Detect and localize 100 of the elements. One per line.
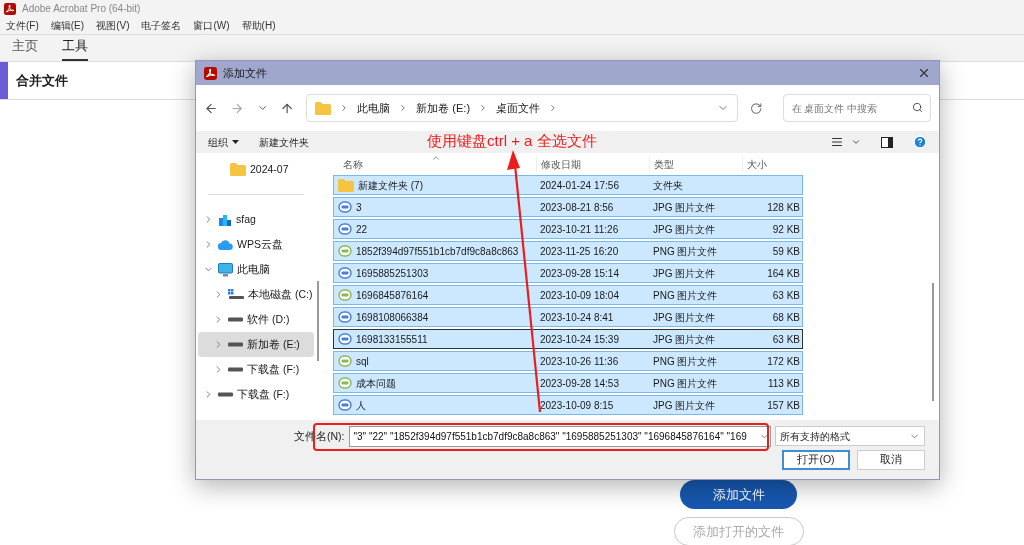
- file-name: 新建文件夹 (7): [358, 178, 423, 193]
- view-menu-chevron-icon[interactable]: [851, 137, 861, 147]
- navigation-item[interactable]: WPS云盘: [198, 232, 314, 257]
- folder-icon: [338, 178, 354, 192]
- cloud-folder-icon: [218, 212, 232, 227]
- dialog-title: 添加文件: [223, 65, 267, 81]
- breadcrumb-item[interactable]: 新加卷 (E:): [416, 99, 471, 117]
- file-type: JPG 图片文件: [652, 398, 717, 413]
- file-row[interactable]: sql 2023-10-26 11:36 PNG 图片文件 172 KB: [333, 351, 803, 371]
- navigation-item[interactable]: 2024-07: [198, 157, 314, 182]
- file-row[interactable]: 1698108066384 2023-10-24 8:41 JPG 图片文件 68 KB: [333, 307, 803, 327]
- drive-icon: [228, 367, 243, 372]
- file-name: 1852f394d97f551b1cb7df9c8a8c863: [356, 244, 519, 259]
- file-row[interactable]: 1696845876164 2023-10-09 18:04 PNG 图片文件 63 KB: [333, 285, 803, 305]
- modified-date: 2023-10-24 15:39: [539, 332, 620, 347]
- image-file-icon: [338, 288, 352, 302]
- sort-indicator-icon: [431, 153, 441, 163]
- menu-item[interactable]: 视图(V): [96, 18, 130, 33]
- breadcrumb-item[interactable]: 此电脑: [357, 99, 391, 117]
- help-icon[interactable]: [913, 135, 927, 149]
- file-name: 人: [356, 398, 366, 413]
- image-file-icon: [338, 266, 352, 280]
- toolbar-button[interactable]: 新建文件夹: [259, 134, 309, 150]
- add-files-button[interactable]: 添加文件: [680, 480, 797, 509]
- file-type: JPG 图片文件: [652, 200, 717, 215]
- file-row[interactable]: 1695885251303 2023-09-28 15:14 JPG 图片文件 164 KB: [333, 263, 803, 283]
- file-type: JPG 图片文件: [652, 266, 717, 281]
- file-type: JPG 图片文件: [652, 222, 717, 237]
- file-type: JPG 图片文件: [652, 310, 717, 325]
- preview-pane-icon[interactable]: [881, 136, 893, 148]
- navigation-item[interactable]: sfag: [198, 207, 314, 232]
- image-file-icon: [338, 200, 352, 214]
- file-type: PNG 图片文件: [652, 244, 719, 259]
- file-type-dropdown[interactable]: 所有支持的格式: [775, 426, 925, 446]
- cancel-button[interactable]: 取消: [857, 450, 925, 470]
- modified-date: 2023-08-21 8:56: [539, 200, 615, 215]
- modified-date: 2023-10-21 11:26: [539, 222, 620, 237]
- file-row[interactable]: 新建文件夹 (7) 2024-01-24 17:56 文件夹: [333, 175, 803, 195]
- file-size: 63 KB: [771, 288, 800, 303]
- file-row[interactable]: 3 2023-08-21 8:56 JPG 图片文件 128 KB: [333, 197, 803, 217]
- scrollbar-thumb[interactable]: [932, 283, 934, 401]
- drive-icon: [228, 317, 243, 322]
- file-size: 68 KB: [771, 310, 800, 325]
- file-size: 157 KB: [766, 398, 800, 413]
- folder-icon: [315, 101, 332, 115]
- navigation-item[interactable]: 软件 (D:): [198, 307, 314, 332]
- file-name: 1698133155511: [356, 332, 428, 347]
- view-options-icon[interactable]: [831, 136, 843, 148]
- file-row[interactable]: 成本问题 2023-09-28 14:53 PNG 图片文件 113 KB: [333, 373, 803, 393]
- menu-item[interactable]: 窗口(W): [193, 18, 230, 33]
- modified-date: 2023-09-28 15:14: [539, 266, 620, 281]
- file-name: 22: [356, 222, 368, 237]
- tab[interactable]: 主页: [12, 35, 38, 61]
- image-file-icon: [338, 332, 352, 346]
- app-title: Adobe Acrobat Pro (64-bit): [22, 2, 141, 16]
- menu-item[interactable]: 编辑(E): [50, 18, 85, 33]
- address-bar[interactable]: 此电脑 新加卷 (E:) 桌面文件: [306, 94, 739, 122]
- pdf-logo-icon: [204, 66, 217, 80]
- search-field[interactable]: 在 桌面文件 中搜索: [782, 94, 932, 122]
- accent-bar: [0, 62, 8, 99]
- file-type: PNG 图片文件: [652, 354, 719, 369]
- file-size: 63 KB: [771, 332, 800, 347]
- file-size: 113 KB: [766, 376, 800, 391]
- refresh-icon[interactable]: [750, 101, 763, 115]
- column-header[interactable]: 大小: [742, 156, 802, 172]
- search-icon[interactable]: [912, 102, 924, 113]
- file-size: 164 KB: [766, 266, 800, 281]
- navigation-item[interactable]: 下载盘 (F:): [198, 357, 314, 382]
- modified-date: 2023-10-09 8:15: [539, 398, 615, 413]
- image-file-icon: [338, 244, 352, 258]
- file-row[interactable]: 1698133155511 2023-10-24 15:39 JPG 图片文件 63 KB: [333, 329, 803, 349]
- file-name-field[interactable]: "3" "22" "1852f394d97f551b1cb7df9c8a8c863" "1695885251303" "1696845876164" "169: [348, 426, 771, 447]
- menu-item[interactable]: 文件(F): [6, 18, 39, 33]
- breadcrumb-item[interactable]: 桌面文件: [496, 99, 541, 117]
- annotation-text: 使用键盘ctrl + a 全选文件: [427, 131, 597, 151]
- file-size: 128 KB: [766, 200, 800, 215]
- drive-icon: [218, 392, 233, 397]
- close-icon[interactable]: [917, 66, 931, 80]
- column-header[interactable]: 修改日期: [536, 156, 649, 172]
- navigation-item[interactable]: 本地磁盘 (C:): [198, 282, 314, 307]
- column-header[interactable]: 类型: [649, 156, 742, 172]
- navigation-item[interactable]: 新加卷 (E:): [198, 332, 314, 357]
- column-header[interactable]: 名称: [331, 156, 536, 172]
- modified-date: 2023-10-26 11:36: [539, 354, 620, 369]
- monitor-icon: [218, 262, 233, 277]
- file-type: PNG 图片文件: [652, 376, 719, 391]
- toolbar-button[interactable]: 组织: [208, 134, 239, 150]
- file-row[interactable]: 22 2023-10-21 11:26 JPG 图片文件 92 KB: [333, 219, 803, 239]
- menu-item[interactable]: 帮助(H): [241, 18, 276, 33]
- navigation-item[interactable]: 此电脑: [198, 257, 314, 282]
- file-row[interactable]: 1852f394d97f551b1cb7df9c8a8c863 2023-11-25 16:20 PNG 图片文件 59 KB: [333, 241, 803, 261]
- folder-icon: [230, 163, 246, 176]
- navigation-item[interactable]: 下载盘 (F:): [198, 382, 314, 407]
- menu-item[interactable]: 电子签名: [141, 18, 182, 33]
- file-size: 92 KB: [771, 222, 800, 237]
- modified-date: 2023-10-09 18:04: [539, 288, 620, 303]
- file-size: 59 KB: [771, 244, 800, 259]
- open-button[interactable]: 打开(O): [782, 450, 850, 470]
- file-row[interactable]: 人 2023-10-09 8:15 JPG 图片文件 157 KB: [333, 395, 803, 415]
- scrollbar-thumb[interactable]: [317, 281, 319, 361]
